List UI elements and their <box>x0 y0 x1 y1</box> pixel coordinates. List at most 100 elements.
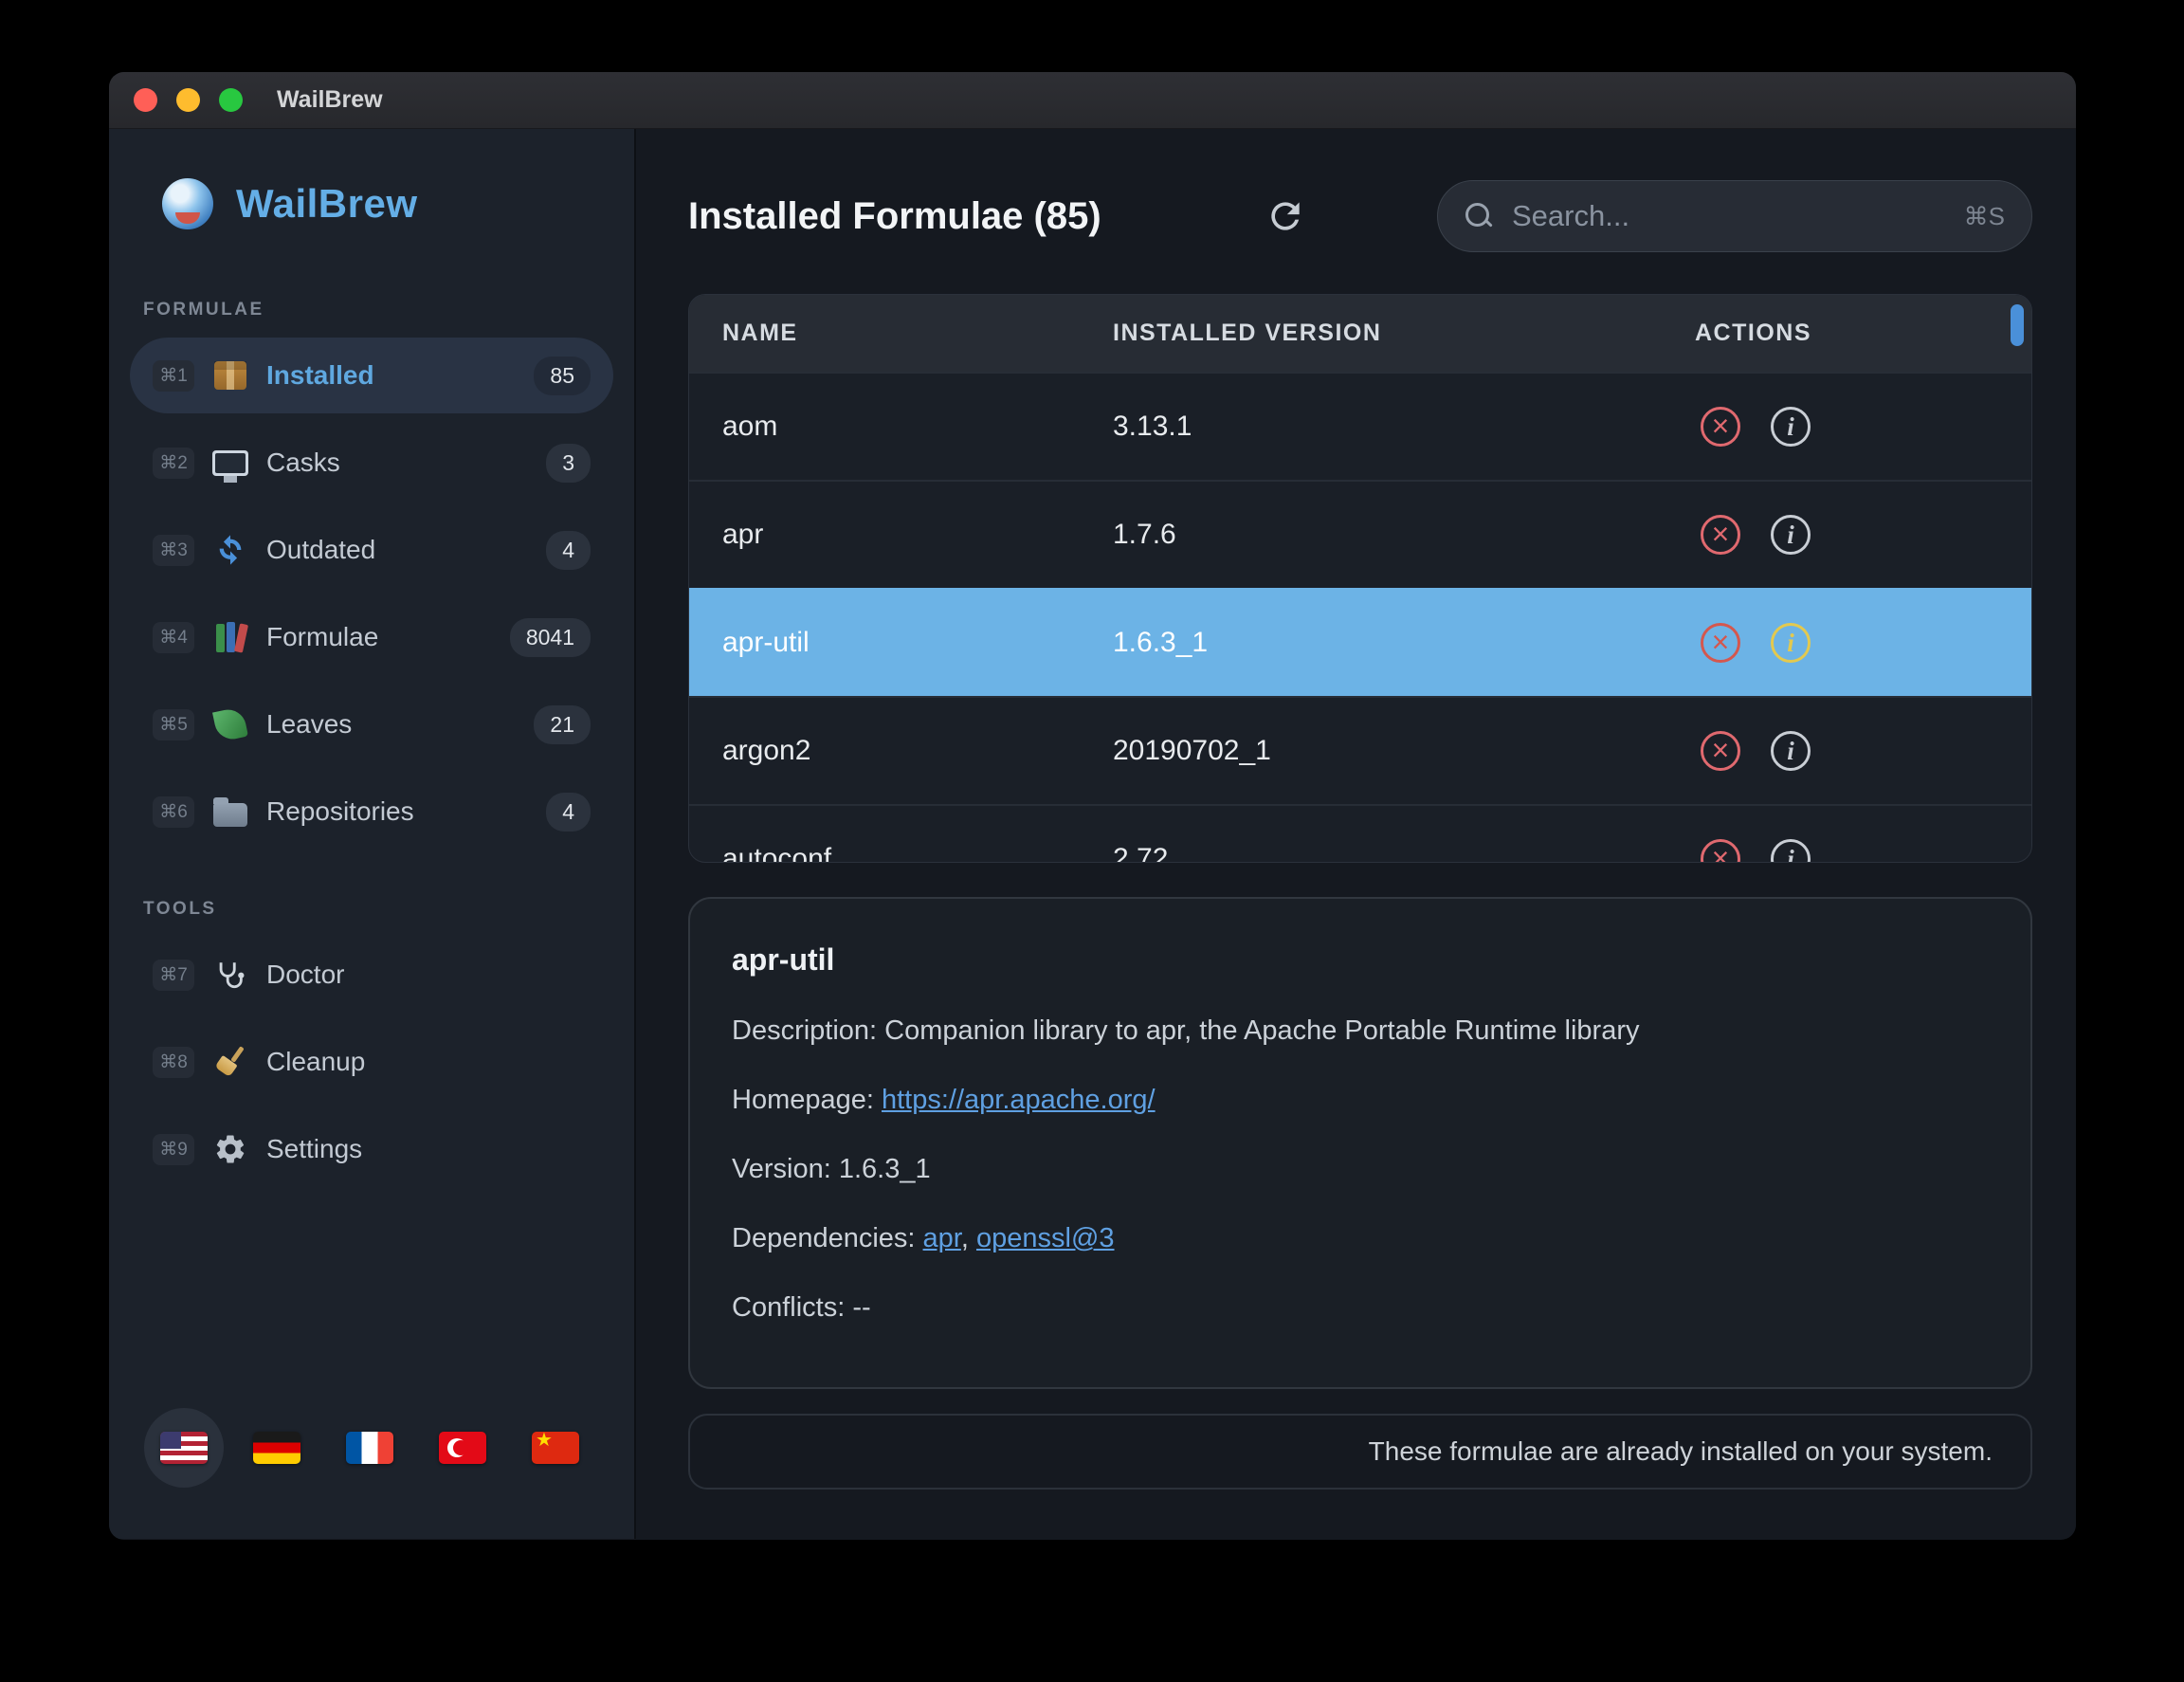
info-icon[interactable]: i <box>1771 839 1811 863</box>
table-row[interactable]: apr 1.7.6 × i <box>689 480 2031 588</box>
sidebar-item-casks[interactable]: ⌘2 Casks 3 <box>130 425 613 501</box>
table-header: NAME INSTALLED VERSION ACTIONS <box>689 295 2031 372</box>
sidebar-item-cleanup[interactable]: ⌘8 Cleanup <box>130 1024 613 1100</box>
desktop-background: WailBrew WailBrew FORMULAE ⌘1 Installed … <box>0 0 2184 1682</box>
section-label-formulae: FORMULAE <box>109 300 634 320</box>
detail-title: apr-util <box>732 942 1989 978</box>
formula-name: autoconf <box>722 843 1113 863</box>
titlebar: WailBrew <box>109 72 2076 129</box>
selected-language-ring <box>144 1408 224 1488</box>
search-input[interactable] <box>1512 199 1945 233</box>
info-icon[interactable]: i <box>1771 515 1811 555</box>
section-label-tools: TOOLS <box>109 899 634 920</box>
table-row[interactable]: argon2 20190702_1 × i <box>689 696 2031 804</box>
wailbrew-window: WailBrew WailBrew FORMULAE ⌘1 Installed … <box>109 72 2076 1540</box>
count-badge: 85 <box>534 357 591 395</box>
shortcut-badge: ⌘1 <box>153 360 194 392</box>
formula-name: apr-util <box>722 627 1113 659</box>
formula-version: 1.7.6 <box>1113 519 1695 551</box>
table-row-selected[interactable]: apr-util 1.6.3_1 × i <box>689 588 2031 696</box>
chinese-flag[interactable]: ★ <box>532 1432 579 1464</box>
scrollbar-thumb[interactable] <box>2011 304 2024 346</box>
table-row[interactable]: autoconf 2.72 × i <box>689 804 2031 863</box>
status-bar: These formulae are already installed on … <box>688 1414 2032 1490</box>
dependency-link-apr[interactable]: apr <box>923 1223 961 1253</box>
sidebar-item-label: Installed <box>266 360 374 391</box>
uninstall-icon[interactable]: × <box>1701 839 1740 863</box>
info-icon[interactable]: i <box>1771 731 1811 771</box>
detail-conflicts: Conflicts: -- <box>732 1292 1989 1324</box>
zoom-button[interactable] <box>219 88 243 112</box>
shortcut-badge: ⌘6 <box>153 796 194 828</box>
uninstall-icon[interactable]: × <box>1701 407 1740 447</box>
gear-icon <box>211 1132 249 1166</box>
formula-version: 3.13.1 <box>1113 411 1695 443</box>
formulae-table: NAME INSTALLED VERSION ACTIONS aom 3.13.… <box>688 294 2032 863</box>
french-flag[interactable] <box>346 1432 393 1464</box>
formula-name: aom <box>722 411 1113 443</box>
refresh-cycle-icon <box>211 534 249 566</box>
tools-nav: ⌘7 Doctor ⌘8 Cleanup ⌘9 <box>109 937 634 1198</box>
sidebar-item-label: Leaves <box>266 709 352 740</box>
stethoscope-icon <box>211 959 249 991</box>
uninstall-icon[interactable]: × <box>1701 515 1740 555</box>
window-title: WailBrew <box>277 86 383 114</box>
search-shortcut-hint: ⌘S <box>1964 202 2005 231</box>
search-icon <box>1465 202 1493 230</box>
sidebar-item-repositories[interactable]: ⌘6 Repositories 4 <box>130 774 613 850</box>
monitor-icon <box>211 450 249 476</box>
shortcut-badge: ⌘2 <box>153 448 194 479</box>
search-box[interactable]: ⌘S <box>1437 180 2032 252</box>
refresh-button[interactable] <box>1263 193 1308 239</box>
table-row[interactable]: aom 3.13.1 × i <box>689 372 2031 480</box>
detail-homepage: Homepage: https://apr.apache.org/ <box>732 1085 1989 1116</box>
folder-icon <box>211 796 249 827</box>
detail-dependencies: Dependencies: apr, openssl@3 <box>732 1223 1989 1254</box>
sidebar-item-label: Doctor <box>266 960 344 990</box>
sidebar-item-settings[interactable]: ⌘9 Settings <box>130 1111 613 1187</box>
main-content: Installed Formulae (85) ⌘S NAME INSTALLE… <box>636 129 2076 1539</box>
sidebar-item-leaves[interactable]: ⌘5 Leaves 21 <box>130 686 613 762</box>
column-name: NAME <box>722 320 1113 347</box>
brand-name: WailBrew <box>236 181 417 227</box>
page-title: Installed Formulae (85) <box>688 195 1101 238</box>
uninstall-icon[interactable]: × <box>1701 623 1740 663</box>
column-actions: ACTIONS <box>1695 320 2031 347</box>
status-message: These formulae are already installed on … <box>1369 1436 1993 1467</box>
english-us-flag[interactable] <box>160 1432 208 1464</box>
column-version: INSTALLED VERSION <box>1113 320 1695 347</box>
broom-icon <box>211 1046 249 1078</box>
sidebar-item-label: Casks <box>266 448 340 478</box>
sidebar-item-label: Formulae <box>266 622 378 652</box>
sidebar-item-formulae[interactable]: ⌘4 Formulae 8041 <box>130 599 613 675</box>
sidebar-item-label: Outdated <box>266 535 375 565</box>
info-icon[interactable]: i <box>1771 407 1811 447</box>
formula-version: 20190702_1 <box>1113 735 1695 767</box>
close-button[interactable] <box>134 88 157 112</box>
turkish-flag[interactable] <box>439 1432 486 1464</box>
detail-version: Version: 1.6.3_1 <box>732 1154 1989 1185</box>
minimize-button[interactable] <box>176 88 200 112</box>
german-flag[interactable] <box>253 1432 300 1464</box>
wailbrew-logo-icon <box>162 178 213 229</box>
count-badge: 3 <box>546 444 591 483</box>
formula-version: 1.6.3_1 <box>1113 627 1695 659</box>
language-switcher: ★ <box>109 1408 634 1539</box>
info-icon[interactable]: i <box>1771 623 1811 663</box>
count-badge: 8041 <box>510 618 591 657</box>
sidebar-item-label: Cleanup <box>266 1047 365 1077</box>
homepage-link[interactable]: https://apr.apache.org/ <box>882 1085 1156 1115</box>
formulae-nav: ⌘1 Installed 85 ⌘2 Casks 3 ⌘3 <box>109 338 634 861</box>
sidebar-item-doctor[interactable]: ⌘7 Doctor <box>130 937 613 1013</box>
leaf-icon <box>211 709 249 740</box>
detail-description: Description: Companion library to apr, t… <box>732 1015 1989 1047</box>
sidebar: WailBrew FORMULAE ⌘1 Installed 85 ⌘2 Cas… <box>109 129 636 1539</box>
sidebar-item-installed[interactable]: ⌘1 Installed 85 <box>130 338 613 413</box>
shortcut-badge: ⌘8 <box>153 1047 194 1078</box>
sidebar-item-outdated[interactable]: ⌘3 Outdated 4 <box>130 512 613 588</box>
shortcut-badge: ⌘9 <box>153 1134 194 1165</box>
formula-name: apr <box>722 519 1113 551</box>
dependency-link-openssl[interactable]: openssl@3 <box>976 1223 1115 1253</box>
uninstall-icon[interactable]: × <box>1701 731 1740 771</box>
package-icon <box>211 361 249 390</box>
